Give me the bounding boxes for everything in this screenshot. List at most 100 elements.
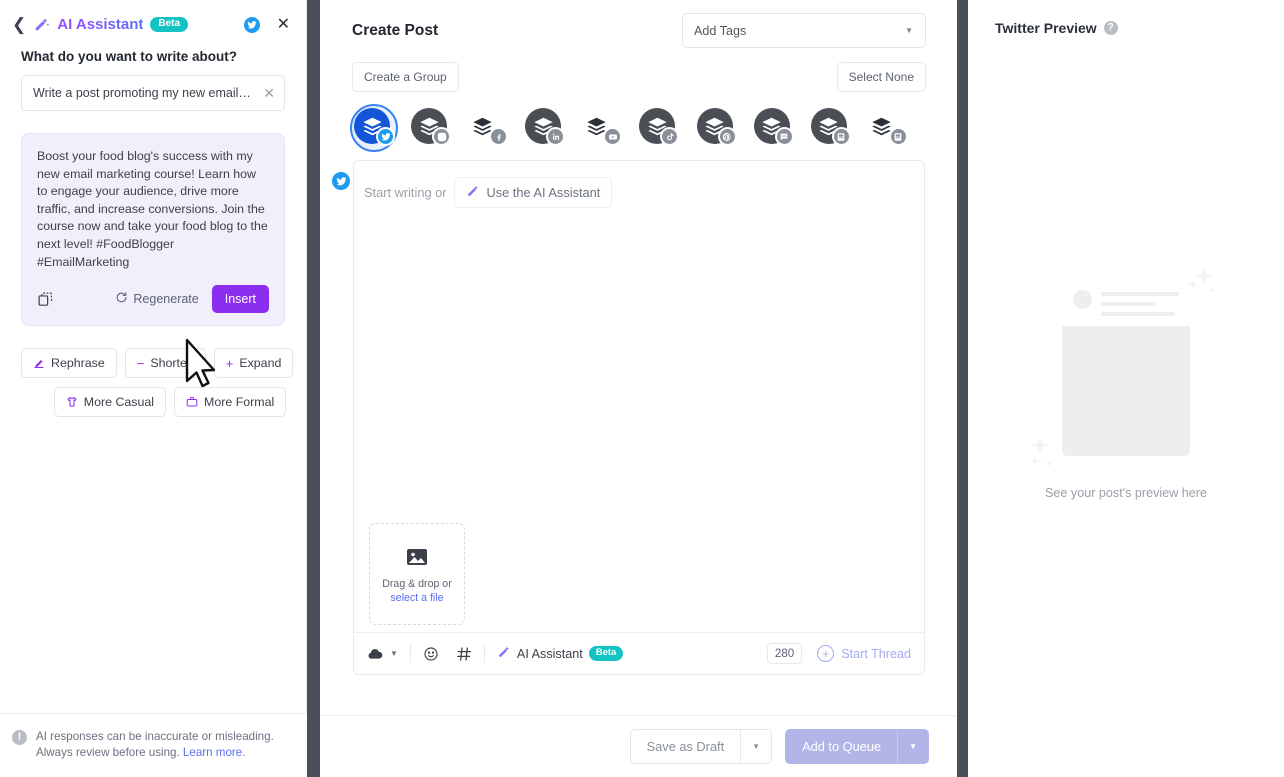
account-avatar-twitter[interactable] xyxy=(349,102,411,152)
add-tags-label: Add Tags xyxy=(694,23,747,38)
image-icon xyxy=(405,545,429,569)
add-to-queue-button[interactable]: Add to Queue ▼ xyxy=(785,729,929,764)
start-thread-label: Start Thread xyxy=(841,646,911,661)
ai-disclaimer: ! AI responses can be inaccurate or misl… xyxy=(0,713,307,777)
account-avatar-tiktok[interactable] xyxy=(639,102,696,150)
more-formal-label: More Formal xyxy=(204,395,275,410)
shorten-label: Shorten xyxy=(150,356,194,371)
ai-result-actions: Regenerate Insert xyxy=(37,285,269,314)
save-as-draft-label: Save as Draft xyxy=(646,739,725,754)
composer-placeholder: Start writing or Use the AI Assistant xyxy=(354,161,924,208)
clear-icon[interactable]: ✕ xyxy=(263,85,275,102)
magic-wand-icon xyxy=(33,16,50,33)
select-file-link[interactable]: select a file xyxy=(391,592,444,604)
briefcase-icon xyxy=(186,396,198,408)
regenerate-button[interactable]: Regenerate xyxy=(115,291,199,307)
pinterest-icon xyxy=(717,127,737,146)
image-placeholder xyxy=(1062,325,1190,456)
character-counter: 280 xyxy=(766,643,803,664)
preview-title: Twitter Preview xyxy=(995,20,1097,36)
twitter-icon[interactable] xyxy=(243,16,260,33)
placeholder-line xyxy=(1101,311,1176,316)
account-avatar-pinterest[interactable] xyxy=(696,102,754,150)
toolbar-divider xyxy=(483,644,485,663)
chevron-down-icon[interactable]: ▼ xyxy=(898,730,928,763)
create-post-panel: Create Post Add Tags ▼ Create a Group Se… xyxy=(320,0,957,777)
select-none-button[interactable]: Select None xyxy=(836,62,926,92)
more-casual-label: More Casual xyxy=(83,395,155,410)
account-avatar-generic-2[interactable] xyxy=(868,102,925,150)
text-placeholder-lines xyxy=(1101,290,1179,316)
account-toolbar: Create a Group Select None xyxy=(320,48,957,92)
account-avatar-linkedin[interactable] xyxy=(525,102,582,150)
twitter-preview-panel: Twitter Preview ? See your post's previe… xyxy=(968,0,1284,777)
more-formal-button[interactable]: More Formal xyxy=(174,387,287,418)
post-composer[interactable]: Start writing or Use the AI Assistant Dr… xyxy=(332,160,925,675)
mastodon-icon xyxy=(774,127,794,146)
preview-skeleton xyxy=(1031,267,1216,467)
chevron-left-icon[interactable]: ❮ xyxy=(12,16,26,33)
account-avatar-instagram[interactable] xyxy=(411,102,468,150)
rephrase-button[interactable]: Rephrase xyxy=(21,348,117,379)
plus-icon: + xyxy=(225,355,234,371)
composer-placeholder-text: Start writing or xyxy=(364,185,447,200)
copy-icon[interactable] xyxy=(37,291,54,308)
ai-disclaimer-text: AI responses can be inaccurate or mislea… xyxy=(36,729,289,761)
page-title: Create Post xyxy=(352,21,439,39)
minus-icon: − xyxy=(136,355,145,371)
learn-more-link[interactable]: Learn more. xyxy=(183,746,246,759)
preview-header: Twitter Preview ? xyxy=(968,0,1284,36)
account-avatar-generic-1[interactable] xyxy=(810,102,868,150)
add-tags-select[interactable]: Add Tags ▼ xyxy=(682,13,926,48)
beta-badge: Beta xyxy=(588,646,624,661)
magic-wand-icon xyxy=(497,645,511,662)
composer-twitter-icon xyxy=(332,172,350,190)
plus-circle-icon: + xyxy=(817,645,835,662)
ai-prompt-input[interactable]: Write a post promoting my new email… ✕ xyxy=(21,75,285,111)
placeholder-line xyxy=(1101,301,1156,306)
dropzone-line-1: Drag & drop or xyxy=(382,577,452,590)
media-dropzone[interactable]: Drag & drop or select a file xyxy=(369,523,465,625)
insert-button[interactable]: Insert xyxy=(211,285,269,314)
cloud-icon[interactable] xyxy=(367,646,383,662)
instagram-icon xyxy=(432,127,452,146)
info-icon: ! xyxy=(12,730,27,745)
start-thread-button[interactable]: + Start Thread xyxy=(817,645,911,662)
toolbar-ai-assistant-button[interactable]: AI Assistant Beta xyxy=(497,645,624,662)
save-as-draft-button[interactable]: Save as Draft ▼ xyxy=(629,729,773,764)
rephrase-label: Rephrase xyxy=(51,356,105,371)
panel-dim-overlay-left xyxy=(307,0,320,777)
chevron-down-icon[interactable]: ▼ xyxy=(741,730,771,763)
create-post-header: Create Post Add Tags ▼ xyxy=(320,0,957,48)
chevron-down-icon: ▼ xyxy=(905,26,913,35)
hashtag-icon[interactable] xyxy=(456,646,472,662)
more-casual-button[interactable]: More Casual xyxy=(53,387,167,418)
chevron-down-icon[interactable]: ▼ xyxy=(390,649,398,658)
composer-toolbar: ▼ AI Assistant Beta 280 + Start Thread xyxy=(354,632,924,674)
ai-prompt-question: What do you want to write about? xyxy=(21,49,237,64)
close-icon[interactable]: ✕ xyxy=(277,16,290,33)
shorten-button[interactable]: − Shorten xyxy=(124,348,206,379)
emoji-icon[interactable] xyxy=(423,646,439,662)
help-circle-icon[interactable]: ? xyxy=(1103,21,1118,35)
twitter-icon xyxy=(376,127,395,146)
expand-label: Expand xyxy=(239,356,282,371)
preview-card-placeholder xyxy=(1062,277,1190,456)
ai-result-text: Boost your food blog's success with my n… xyxy=(37,149,268,269)
toolbar-divider xyxy=(409,644,411,663)
add-to-queue-label: Add to Queue xyxy=(802,739,882,754)
expand-button[interactable]: + Expand xyxy=(213,348,294,379)
create-group-button[interactable]: Create a Group xyxy=(352,62,459,92)
youtube-icon xyxy=(603,127,623,146)
toolbar-ai-label: AI Assistant xyxy=(516,646,583,661)
account-avatar-youtube[interactable] xyxy=(582,102,639,150)
use-ai-assistant-button[interactable]: Use the AI Assistant xyxy=(453,177,613,208)
account-avatar-mastodon[interactable] xyxy=(753,102,811,150)
account-avatar-facebook[interactable] xyxy=(468,102,525,150)
regenerate-label: Regenerate xyxy=(133,292,199,307)
sparkle-icon xyxy=(1028,436,1072,474)
avatar-placeholder xyxy=(1073,289,1092,309)
account-avatar-list xyxy=(320,92,957,152)
beta-badge: Beta xyxy=(150,17,189,32)
pen-icon xyxy=(33,357,45,369)
